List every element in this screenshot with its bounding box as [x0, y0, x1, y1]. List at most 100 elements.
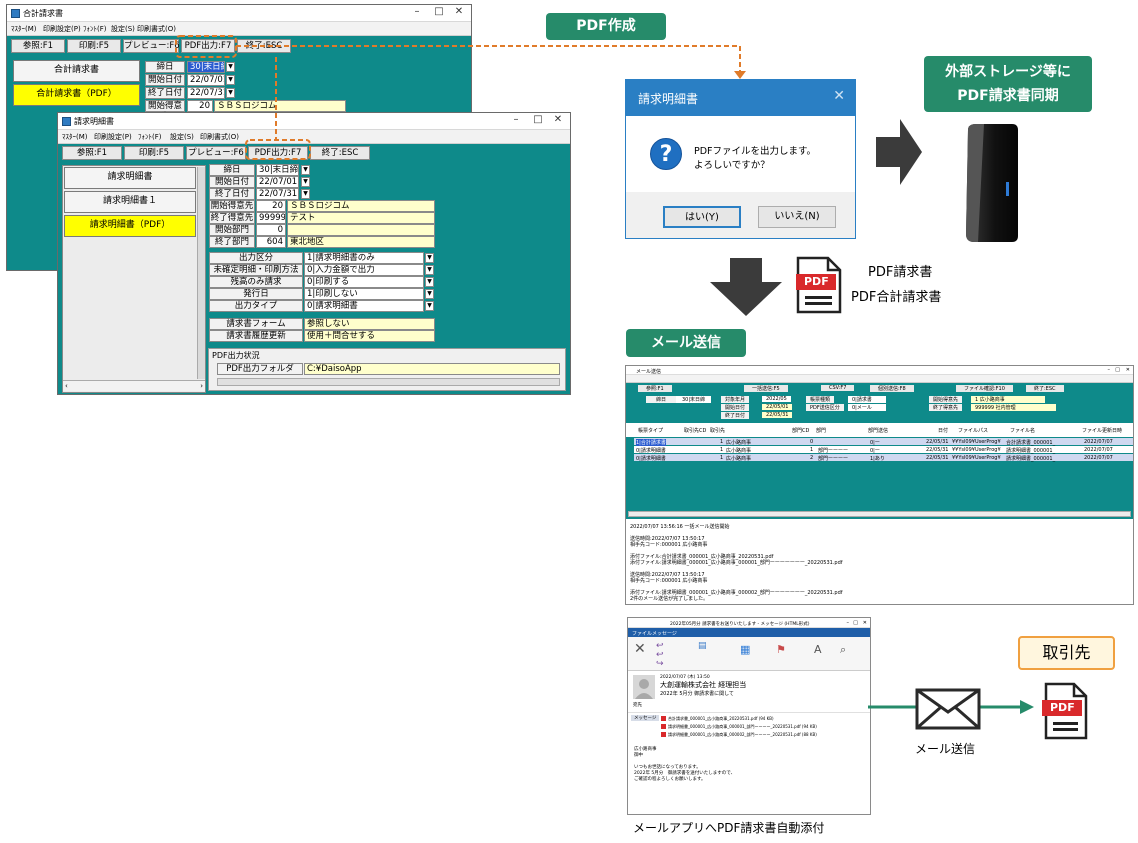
mail-app-caption: メールアプリへPDF請求書自動添付 — [633, 821, 825, 835]
send-log: 2022/07/07 13:56:16 一括メール送信開始 送信時間:2022/… — [626, 520, 1133, 604]
close-icon[interactable]: ✕ — [1126, 367, 1130, 373]
header-panel: 参照:F1 一括送信:F5 CSV:F7 個別送信:F8 ファイル確認:F10 … — [626, 383, 1133, 423]
close-icon[interactable]: ✕ — [863, 620, 867, 626]
avatar — [633, 675, 655, 699]
no-button[interactable]: いいえ(N) — [758, 206, 836, 228]
partner-pdf-icon: PDF — [1042, 682, 1088, 740]
cell: 0|ー — [870, 440, 880, 446]
target-month-label: 対象年月 — [721, 396, 750, 403]
attachment-item[interactable]: 請求明細書_000001_広小路商事_000001_部門ーーーー_2022053… — [668, 724, 817, 730]
cell: 1|合計請求書 — [636, 439, 666, 446]
target-month-value[interactable]: 2022/05 — [762, 396, 791, 402]
dialog-message-line2: よろしいですか？ — [694, 160, 770, 171]
esc-exit-button[interactable]: 終了:ESC — [1026, 385, 1064, 392]
move-icon[interactable]: ▤ — [698, 641, 707, 651]
cell: 22/05/31 — [926, 455, 949, 461]
start-date-value[interactable]: 22/05/01 — [762, 404, 793, 410]
rules-icon[interactable]: ▦ — [740, 643, 750, 656]
window-title: 2022年05月分 請求書をお送りいたします - メッセージ (HTML形式) — [670, 622, 810, 627]
body-line: 御中 — [634, 753, 643, 758]
pdf-create-tag: PDF作成 — [546, 13, 666, 40]
win2-pdf-button-highlight — [245, 139, 311, 160]
mail-send-tag: メール送信 — [626, 329, 746, 357]
to-label: 宛先 — [633, 703, 642, 708]
individual-send-button[interactable]: 個別送信:F8 — [870, 385, 914, 392]
cell: 請求明細書_000001_ — [1006, 456, 1056, 462]
tag-icon[interactable]: ⚑ — [776, 643, 786, 656]
col-header: 取引先 — [710, 428, 726, 434]
dialog-header: 請求明細書 ✕ — [626, 80, 855, 116]
cell: ¥¥Ysl09¥UserProg¥ — [952, 455, 1001, 461]
bulk-send-button[interactable]: 一括送信:F5 — [744, 385, 788, 392]
menu-bar — [626, 375, 1133, 383]
pdf-send-type-value[interactable]: 0|メール — [848, 404, 886, 411]
col-header: ファイルパス — [958, 428, 989, 434]
end-date-label: 終了日付 — [721, 412, 750, 419]
pdf-file-icon: PDF — [796, 256, 842, 314]
pdf-output-line1: PDF請求書 — [868, 265, 933, 280]
mail-app-window: 2022年05月分 請求書をお送りいたします - メッセージ (HTML形式) … — [627, 617, 871, 815]
table-row[interactable]: 0|請求明細書 1 広小路商事 2 部門ーーーー 1|あり 22/05/31 ¥… — [634, 454, 1133, 462]
dialog-title: 請求明細書 — [638, 92, 699, 106]
minimize-icon[interactable]: – — [847, 620, 850, 626]
win1-pdf-button-highlight — [175, 35, 237, 58]
cell: 1 — [810, 447, 814, 453]
start-customer-value[interactable]: 1 広小路商事 — [971, 396, 1045, 403]
dialog-message-line1: PDFファイルを出力します。 — [694, 146, 817, 157]
arrow-right-icon — [876, 119, 922, 185]
delete-icon[interactable]: ✕ — [634, 641, 646, 657]
title-bar: メール送信 ✕ □ – — [626, 366, 1133, 375]
form-type-value[interactable]: 0|請求書 — [848, 396, 886, 403]
end-customer-value[interactable]: 999999 社内管理 — [971, 404, 1056, 411]
col-header: 部門 — [816, 428, 827, 434]
closing-day-label: 締日 — [646, 396, 677, 403]
message-sender: 大創運輸株式会社 経理担当 — [660, 681, 747, 689]
cell: 2 — [810, 455, 814, 461]
file-check-button[interactable]: ファイル確認:F10 — [956, 385, 1013, 392]
dialog-footer: はい(Y) いいえ(N) — [626, 192, 855, 238]
cell: 2022/07/07 — [1084, 455, 1113, 461]
closing-day-value[interactable]: 30|末日締 — [676, 396, 712, 403]
csv-button[interactable]: CSV:F7 — [821, 385, 855, 391]
cell: 請求明細書_000001_ — [1006, 448, 1056, 454]
close-icon[interactable]: ✕ — [833, 88, 845, 104]
cell: 合計請求書_000001_ — [1006, 440, 1056, 446]
pdf-icon-text: PDF — [1050, 701, 1075, 714]
end-date-value[interactable]: 22/05/31 — [762, 412, 793, 418]
f1-reference-button[interactable]: 参照:F1 — [638, 385, 672, 392]
cell: 広小路商事 — [726, 456, 752, 462]
horizontal-scrollbar[interactable] — [628, 511, 1131, 517]
translate-icon[interactable]: A — [814, 643, 822, 656]
minimize-icon[interactable]: – — [1108, 367, 1111, 373]
maximize-icon[interactable]: □ — [1115, 367, 1120, 373]
tab-message[interactable]: メッセージ — [652, 630, 677, 637]
cell: 部門ーーーー — [818, 456, 849, 462]
log-line: 2022/07/07 13:56:16 一括メール送信開始 — [630, 524, 730, 530]
cell: 0|請求明細書 — [636, 448, 666, 454]
storage-sync-line2: PDF請求書同期 — [957, 88, 1059, 104]
cell: 2022/07/07 — [1084, 439, 1113, 445]
cell: 広小路商事 — [726, 440, 752, 446]
yes-button[interactable]: はい(Y) — [663, 206, 741, 228]
maximize-icon[interactable]: □ — [853, 620, 858, 626]
attachment-item[interactable]: 請求明細書_000001_広小路商事_000002_部門ーーーー_2022053… — [668, 732, 817, 738]
cell: 1 — [720, 455, 724, 461]
forward-icon[interactable]: ↪ — [656, 659, 664, 669]
col-header: ファイル名 — [1010, 428, 1036, 434]
log-line: 相手先コード:000001 広小路商事 — [630, 542, 708, 548]
attachment-item[interactable]: 合計請求書_000001_広小路商事_20220531.pdf (94 KB) — [668, 716, 774, 722]
col-header: 取引先CD — [684, 428, 707, 434]
table-row[interactable]: 0|請求明細書 1 広小路商事 1 部門ーーーー 0|ー 22/05/31 ¥¥… — [634, 446, 1133, 454]
cell: 0|ー — [870, 448, 880, 454]
cell: 22/05/31 — [926, 439, 949, 445]
zoom-icon[interactable]: ⌕ — [840, 643, 846, 657]
col-header: ファイル更新日時 — [1082, 428, 1123, 434]
tab-file[interactable]: ファイル — [632, 630, 652, 637]
title-bar: 2022年05月分 請求書をお送りいたします - メッセージ (HTML形式) … — [628, 618, 870, 628]
cell: ¥¥Ysl09¥UserProg¥ — [952, 447, 1001, 453]
table-row[interactable]: 1|合計請求書 1 広小路商事 0 0|ー 22/05/31 ¥¥Ysl09¥U… — [634, 438, 1133, 446]
arrow-down-icon — [710, 258, 782, 316]
attachments-area: メッセージ 合計請求書_000001_広小路商事_20220531.pdf (9… — [628, 712, 870, 740]
ribbon: ✕ ↩ ↩ ↪ ▤ ▦ ⚑ A ⌕ — [628, 637, 870, 671]
cell: 1 — [720, 447, 724, 453]
